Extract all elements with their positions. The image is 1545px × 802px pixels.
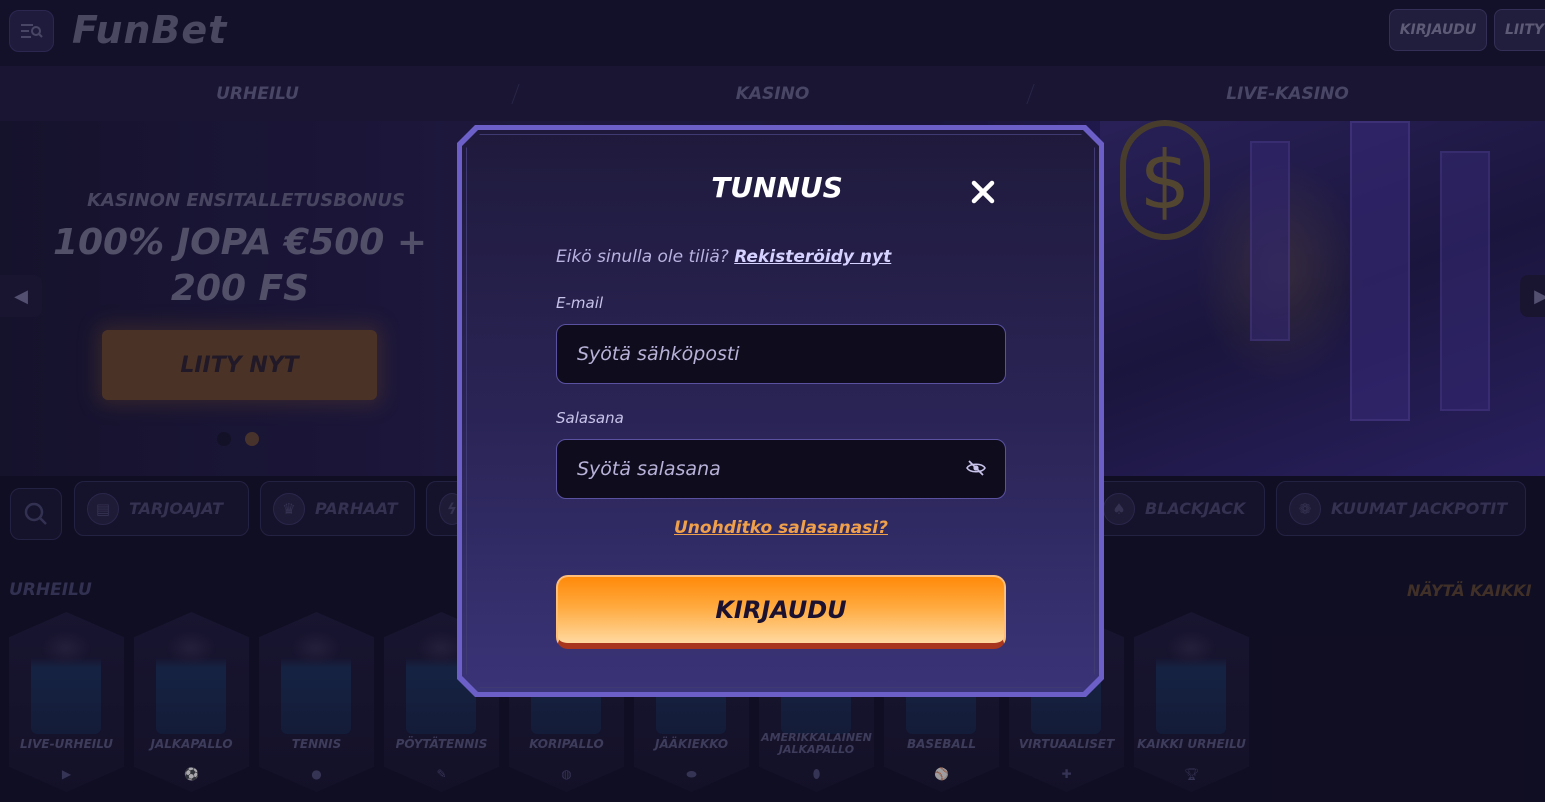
register-link[interactable]: Rekisteröidy nyt [734,247,891,267]
password-field[interactable] [556,439,1006,499]
modal-title: TUNNUS [711,171,843,204]
password-label: Salasana [556,409,624,427]
register-prompt: Eikö sinulla ole tiliä? Rekisteröidy nyt [556,247,891,267]
toggle-password-button[interactable] [965,459,987,477]
forgot-password-link[interactable]: Unohditko salasanasi? [556,518,1006,538]
email-field[interactable] [556,324,1006,384]
register-prompt-text: Eikö sinulla ole tiliä? [556,247,729,267]
close-button[interactable] [966,175,1000,209]
eye-off-icon [966,460,986,476]
close-icon [971,180,995,204]
login-submit-button[interactable]: KIRJAUDU [556,575,1006,649]
email-label: E-mail [556,294,604,312]
